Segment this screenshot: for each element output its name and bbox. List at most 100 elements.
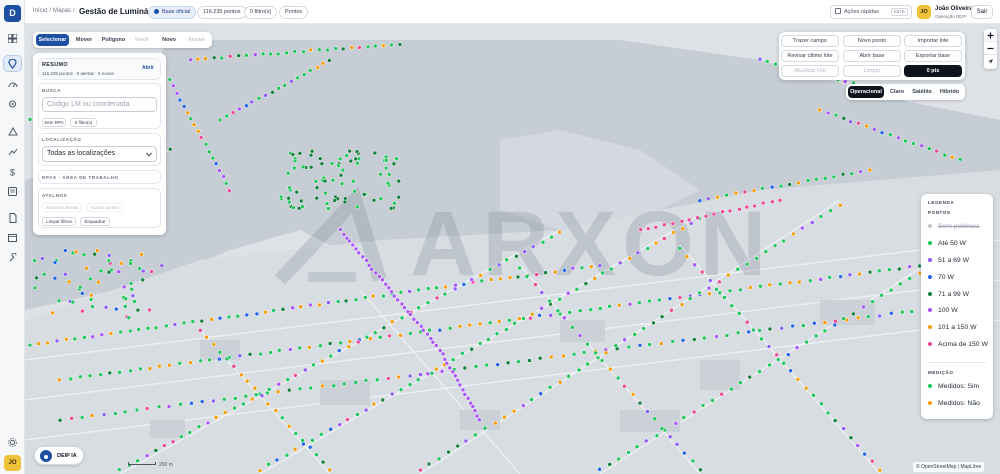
luminaire-point[interactable]: [673, 421, 679, 426]
luminaire-point[interactable]: [181, 104, 187, 109]
luminaire-point[interactable]: [767, 326, 773, 332]
luminaire-point[interactable]: [327, 58, 332, 63]
luminaire-point[interactable]: [276, 86, 281, 91]
luminaire-point[interactable]: [635, 250, 641, 256]
luminaire-point[interactable]: [418, 467, 423, 473]
luminaire-point[interactable]: [747, 374, 752, 380]
luminaire-point[interactable]: [338, 340, 343, 346]
luminaire-point[interactable]: [369, 267, 374, 272]
luminaire-point[interactable]: [308, 302, 313, 308]
luminaire-point[interactable]: [818, 214, 824, 219]
luminaire-point[interactable]: [727, 208, 733, 214]
luminaire-point[interactable]: [99, 332, 105, 338]
luminaire-point[interactable]: [579, 265, 585, 271]
luminaire-point[interactable]: [842, 79, 848, 84]
luminaire-point[interactable]: [447, 325, 453, 331]
luminaire-point[interactable]: [763, 249, 769, 254]
luminaire-point[interactable]: [484, 362, 489, 368]
luminaire-point[interactable]: [241, 401, 246, 407]
luminaire-point[interactable]: [89, 413, 95, 418]
luminaire-point[interactable]: [118, 329, 123, 335]
luminaire-point[interactable]: [353, 297, 359, 303]
luminaire-point[interactable]: [758, 284, 763, 289]
luminaire-point[interactable]: [870, 299, 875, 304]
luminaire-point[interactable]: [800, 225, 805, 231]
luminaire-point[interactable]: [129, 287, 135, 292]
luminaire-point[interactable]: [724, 333, 730, 338]
luminaire-point[interactable]: [848, 435, 854, 440]
luminaire-point[interactable]: [911, 141, 916, 146]
luminaire-point[interactable]: [106, 258, 112, 264]
luminaire-point[interactable]: [147, 307, 152, 313]
luminaire-point[interactable]: [203, 141, 209, 147]
luminaire-point[interactable]: [651, 320, 656, 326]
luminaire-point[interactable]: [430, 339, 436, 345]
shortcut-alerts[interactable]: Somente alertas: [42, 203, 82, 212]
luminaire-point[interactable]: [328, 427, 333, 432]
luminaire-point[interactable]: [205, 420, 211, 426]
luminaire-point[interactable]: [757, 328, 762, 333]
luminaire-point[interactable]: [95, 248, 100, 253]
luminaire-point[interactable]: [411, 317, 417, 322]
luminaire-point[interactable]: [291, 205, 296, 210]
luminaire-point[interactable]: [495, 362, 500, 367]
luminaire-point[interactable]: [427, 327, 432, 333]
luminaire-point[interactable]: [657, 297, 662, 303]
luminaire-point[interactable]: [507, 275, 513, 280]
luminaire-point[interactable]: [754, 256, 759, 261]
luminaire-point[interactable]: [654, 433, 660, 438]
luminaire-point[interactable]: [145, 326, 151, 331]
luminaire-point[interactable]: [729, 303, 735, 309]
luminaire-point[interactable]: [408, 331, 413, 336]
luminaire-point[interactable]: [311, 362, 316, 368]
luminaire-point[interactable]: [724, 192, 729, 198]
luminaire-point[interactable]: [371, 198, 377, 203]
luminaire-point[interactable]: [227, 54, 233, 59]
luminaire-point[interactable]: [744, 261, 750, 267]
luminaire-point[interactable]: [132, 299, 137, 304]
luminaire-point[interactable]: [280, 307, 286, 312]
luminaire-point[interactable]: [778, 281, 783, 287]
luminaire-point[interactable]: [299, 198, 304, 204]
luminaire-point[interactable]: [217, 168, 222, 173]
settings-icon[interactable]: [6, 436, 19, 449]
luminaire-point[interactable]: [679, 219, 685, 224]
luminaire-point[interactable]: [138, 366, 143, 372]
luminaire-point[interactable]: [813, 333, 819, 339]
document-icon[interactable]: [6, 211, 19, 224]
luminaire-point[interactable]: [677, 246, 683, 251]
luminaire-point[interactable]: [609, 266, 614, 272]
open-base-button[interactable]: Abrir base: [843, 50, 901, 62]
luminaire-point[interactable]: [597, 263, 603, 268]
luminaire-point[interactable]: [349, 45, 355, 50]
luminaire-point[interactable]: [776, 357, 781, 362]
luminaire-point[interactable]: [199, 399, 205, 404]
luminaire-point[interactable]: [292, 447, 298, 452]
luminaire-point[interactable]: [437, 327, 443, 333]
luminaire-point[interactable]: [140, 277, 145, 283]
luminaire-point[interactable]: [879, 130, 885, 135]
calendar-icon[interactable]: [6, 231, 19, 244]
luminaire-point[interactable]: [593, 350, 598, 356]
luminaire-point[interactable]: [271, 308, 276, 313]
luminaire-point[interactable]: [253, 52, 258, 57]
luminaire-point[interactable]: [632, 332, 637, 337]
luminaire-point[interactable]: [68, 376, 73, 382]
luminaire-point[interactable]: [224, 113, 230, 119]
luminaire-point[interactable]: [512, 321, 517, 326]
luminaire-point[interactable]: [706, 285, 712, 291]
luminaire-point[interactable]: [292, 49, 298, 54]
luminaire-point[interactable]: [253, 392, 259, 397]
luminaire-point[interactable]: [767, 362, 772, 368]
luminaire-point[interactable]: [855, 443, 860, 448]
luminaire-point[interactable]: [521, 316, 526, 321]
luminaire-point[interactable]: [497, 319, 502, 324]
luminaire-point[interactable]: [174, 91, 180, 96]
luminaire-point[interactable]: [720, 209, 725, 214]
luminaire-point[interactable]: [181, 320, 187, 326]
luminaire-point[interactable]: [284, 50, 289, 56]
luminaire-point[interactable]: [256, 96, 262, 101]
luminaire-point[interactable]: [706, 196, 711, 201]
luminaire-point[interactable]: [698, 467, 703, 473]
luminaire-point[interactable]: [726, 272, 731, 278]
